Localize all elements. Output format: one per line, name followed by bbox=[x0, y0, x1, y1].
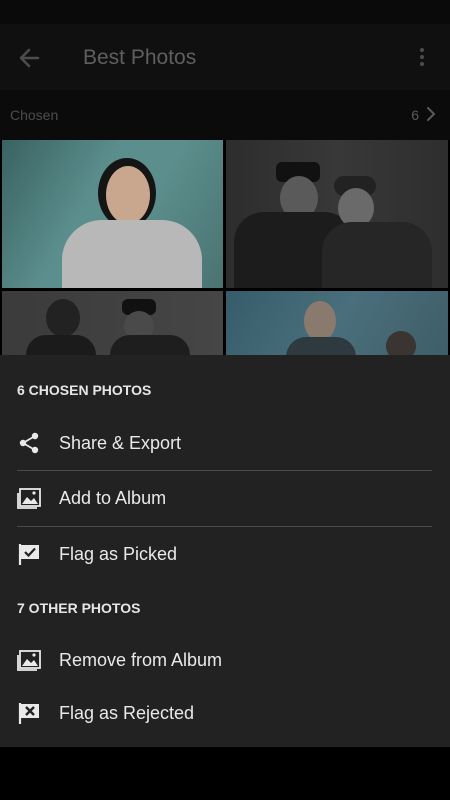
section-count: 6 bbox=[411, 107, 419, 123]
item-label: Share & Export bbox=[59, 433, 182, 453]
item-label: Flag as Rejected bbox=[59, 703, 195, 723]
more-options-button[interactable] bbox=[410, 45, 434, 69]
page-title: Best Photos bbox=[83, 46, 197, 69]
group-title-other: 7 OTHER PHOTOS bbox=[17, 600, 141, 616]
navigation-bar bbox=[0, 747, 450, 800]
app-bar: Best Photos bbox=[0, 24, 450, 90]
album-icon bbox=[17, 488, 41, 509]
share-icon bbox=[19, 432, 39, 454]
flag-as-picked-item[interactable]: Flag as Picked bbox=[0, 527, 450, 581]
photo-thumbnail[interactable] bbox=[2, 291, 223, 355]
chevron-right-icon bbox=[427, 107, 436, 121]
share-export-item[interactable]: Share & Export bbox=[0, 416, 450, 470]
remove-from-album-item[interactable]: Remove from Album bbox=[0, 633, 450, 687]
add-to-album-item[interactable]: Add to Album bbox=[0, 471, 450, 525]
action-sheet: 6 CHOSEN PHOTOS Share & Export Add to Al… bbox=[0, 355, 450, 747]
back-button[interactable] bbox=[12, 44, 48, 72]
photo-thumbnail[interactable] bbox=[2, 140, 223, 288]
flag-as-rejected-item[interactable]: Flag as Rejected bbox=[0, 686, 450, 740]
photo-thumbnail[interactable] bbox=[226, 291, 448, 355]
status-bar bbox=[0, 0, 450, 24]
item-label: Remove from Album bbox=[59, 650, 223, 670]
group-title-chosen: 6 CHOSEN PHOTOS bbox=[17, 382, 152, 398]
flag-picked-icon bbox=[18, 544, 39, 565]
chosen-section-header[interactable]: Chosen 6 bbox=[0, 90, 450, 140]
arrow-left-icon bbox=[19, 48, 40, 68]
album-icon bbox=[17, 650, 41, 671]
section-label: Chosen bbox=[10, 107, 59, 123]
more-vertical-icon bbox=[420, 48, 424, 66]
photo-thumbnail[interactable] bbox=[226, 140, 448, 288]
photo-grid bbox=[0, 140, 450, 355]
item-label: Add to Album bbox=[59, 488, 167, 508]
flag-rejected-icon bbox=[18, 703, 39, 724]
item-label: Flag as Picked bbox=[59, 544, 178, 564]
